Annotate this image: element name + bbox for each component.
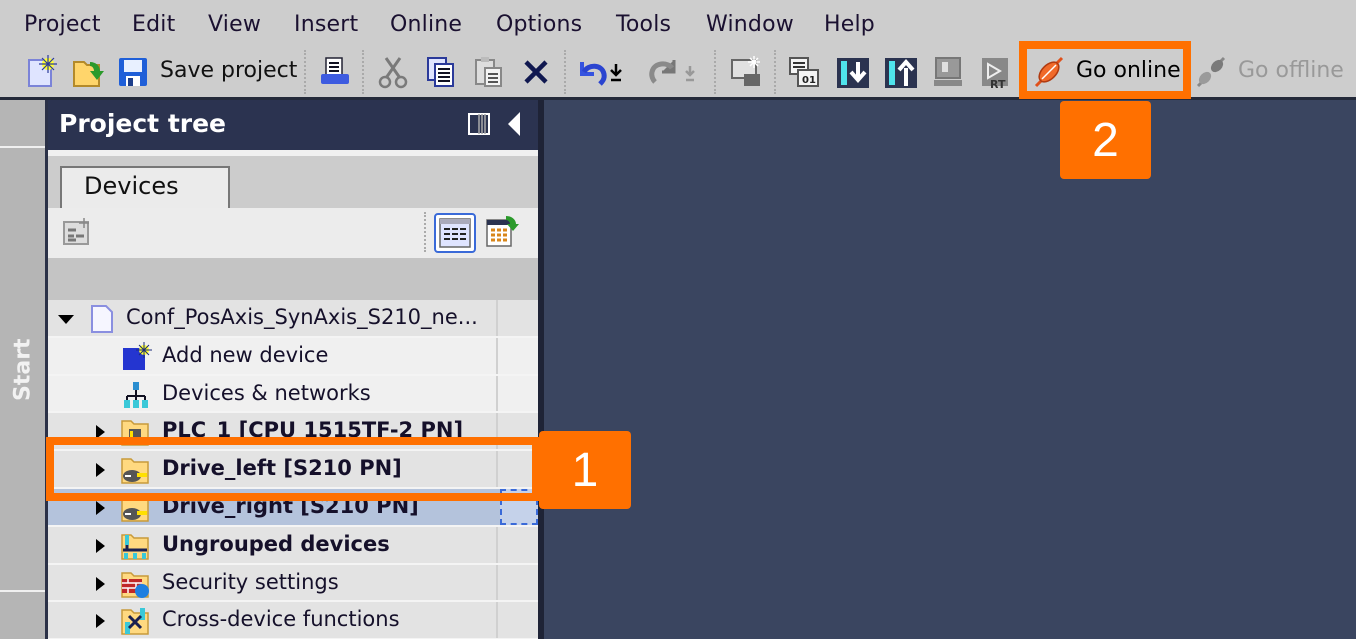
project-tree-title: Project tree	[59, 109, 227, 138]
cut-icon[interactable]	[376, 54, 410, 90]
tree-item-label: Security settings	[162, 569, 339, 594]
expand-arrow-icon[interactable]	[96, 500, 105, 515]
work-area	[544, 100, 1356, 639]
project-tree-tabbar: Devices	[48, 150, 538, 214]
maximize-view-icon[interactable]	[484, 214, 520, 250]
step-1-badge: 1	[539, 431, 631, 509]
collapse-panel-icon[interactable]	[508, 112, 520, 136]
menu-view[interactable]: View	[208, 12, 261, 37]
menu-options[interactable]: Options	[496, 12, 582, 37]
copy-icon[interactable]	[424, 54, 458, 90]
step-2-badge: 2	[1060, 101, 1151, 179]
tree-item-devices-networks[interactable]: Devices & networks	[48, 375, 538, 414]
drive-left-highlight	[46, 437, 540, 501]
network-icon	[122, 380, 152, 410]
tab-devices-label: Devices	[84, 172, 179, 200]
open-project-icon[interactable]	[72, 54, 106, 90]
tree-item-add-new-device[interactable]: Add new device	[48, 337, 538, 376]
tree-item-label: Conf_PosAxis_SynAxis_S210_ne...	[126, 305, 478, 329]
delete-icon[interactable]	[520, 54, 554, 90]
save-icon[interactable]	[117, 54, 151, 90]
tree-item-label: Cross-device functions	[162, 607, 400, 632]
expand-arrow-icon[interactable]	[96, 576, 105, 591]
project-tree-toolbar	[48, 208, 538, 258]
tree-item-label: Devices & networks	[162, 380, 371, 405]
tree-item-project[interactable]: Conf_PosAxis_SynAxis_S210_ne...	[48, 300, 538, 338]
go-online-highlight	[1019, 41, 1191, 99]
menu-online[interactable]: Online	[390, 12, 462, 37]
tree-item-ungrouped-devices[interactable]: Ungrouped devices	[48, 526, 538, 565]
runtime-icon[interactable]: RT	[980, 54, 1014, 91]
tree-item-cross-device-functions[interactable]: Cross-device functions	[48, 602, 538, 639]
save-project-button[interactable]: Save project	[160, 58, 297, 83]
menu-window[interactable]: Window	[706, 12, 794, 37]
redo-icon[interactable]	[646, 54, 695, 90]
menu-help[interactable]: Help	[824, 12, 875, 37]
expand-arrow-icon[interactable]	[58, 315, 74, 324]
expand-arrow-icon[interactable]	[96, 538, 105, 553]
tree-item-security-settings[interactable]: Security settings	[48, 564, 538, 603]
svg-text:01: 01	[802, 75, 816, 86]
simulation-icon[interactable]	[932, 54, 966, 90]
cross-device-folder-icon	[120, 606, 150, 636]
overview-view-icon[interactable]	[434, 213, 476, 253]
download-to-device-icon[interactable]	[836, 54, 870, 90]
project-tree-panel: Project tree Devices Conf_PosAxis_SynAxi…	[48, 100, 538, 639]
new-project-icon[interactable]	[26, 54, 60, 90]
menu-project[interactable]: Project	[24, 12, 101, 37]
go-offline-icon[interactable]	[1194, 54, 1228, 90]
start-label[interactable]: Start	[2, 330, 44, 410]
project-tree-column-header	[48, 258, 538, 300]
add-device-icon	[122, 341, 152, 372]
menu-insert[interactable]: Insert	[294, 12, 358, 37]
undo-icon[interactable]	[576, 54, 622, 90]
expand-arrow-icon[interactable]	[96, 614, 105, 629]
tab-devices[interactable]: Devices	[60, 166, 230, 214]
project-file-icon	[88, 304, 118, 334]
diagnostics-icon[interactable]: 01	[788, 54, 822, 90]
menu-tools[interactable]: Tools	[616, 12, 671, 37]
upload-from-device-icon[interactable]	[884, 54, 918, 90]
project-tree-header: Project tree	[48, 100, 538, 150]
ungrouped-folder-icon	[120, 531, 150, 561]
security-folder-icon	[120, 569, 150, 599]
new-group-icon[interactable]	[62, 216, 94, 248]
go-offline-button[interactable]: Go offline	[1238, 58, 1344, 83]
svg-text:RT: RT	[990, 78, 1006, 90]
print-icon[interactable]	[318, 54, 352, 90]
tree-item-label: Ungrouped devices	[162, 531, 390, 556]
compile-icon[interactable]	[730, 54, 764, 90]
menu-edit[interactable]: Edit	[132, 12, 175, 37]
tree-item-label: Add new device	[162, 342, 329, 367]
paste-icon[interactable]	[472, 54, 506, 90]
start-sidebar[interactable]: Start	[0, 100, 46, 639]
split-panel-icon[interactable]	[468, 113, 490, 135]
